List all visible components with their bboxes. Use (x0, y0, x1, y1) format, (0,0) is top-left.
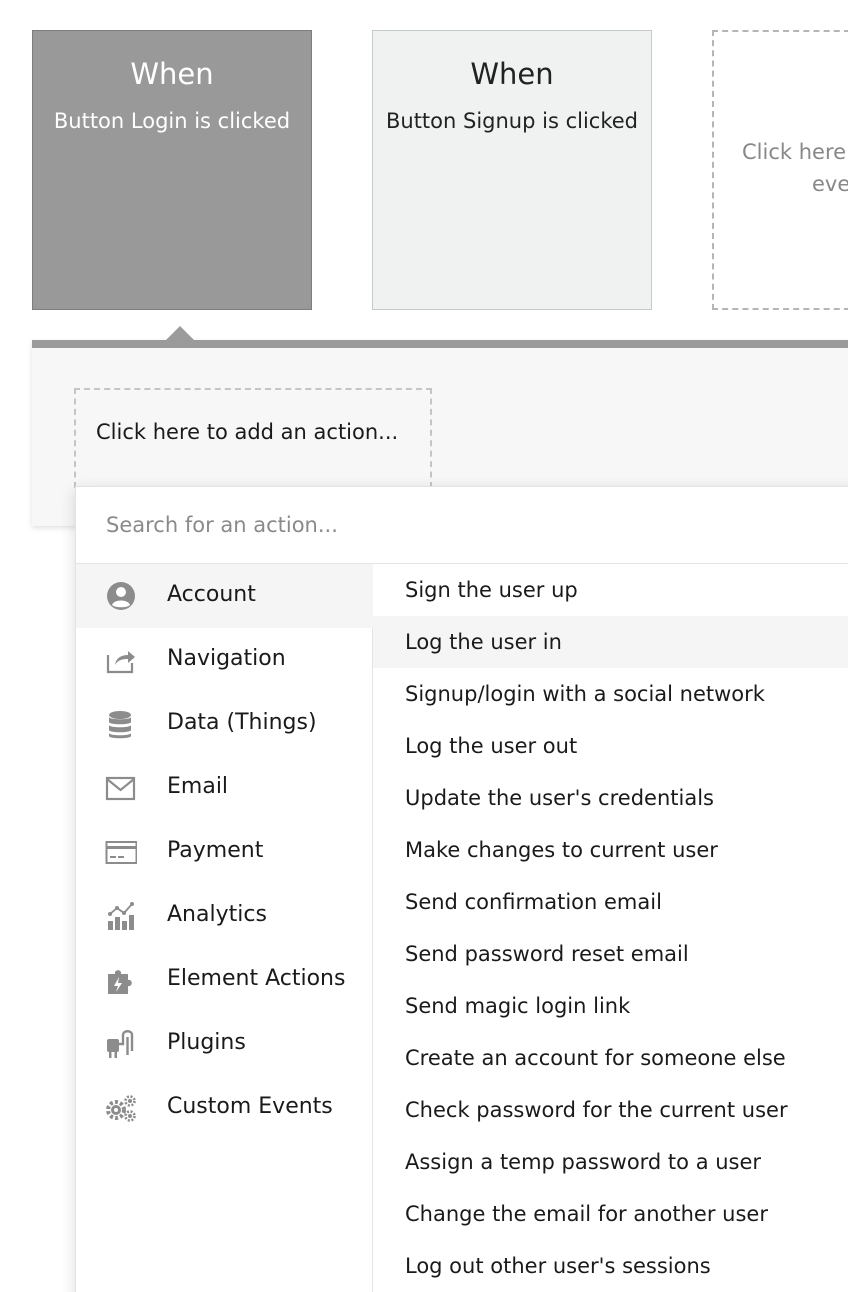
action-label: Assign a temp password to a user (405, 1150, 762, 1174)
plug-icon (107, 1030, 134, 1058)
action-send-confirmation-email[interactable]: Send confirmation email (373, 876, 848, 928)
category-label: Custom Events (167, 1094, 333, 1119)
action-send-password-reset[interactable]: Send password reset email (373, 928, 848, 980)
puzzle-icon (108, 970, 132, 994)
action-label: Log the user out (405, 734, 578, 758)
navigation-icon (106, 651, 135, 674)
category-label: Plugins (167, 1030, 246, 1055)
action-search-input[interactable] (106, 507, 806, 543)
category-label: Element Actions (167, 966, 346, 991)
action-label: Make changes to current user (405, 838, 718, 862)
event-card-login[interactable]: When Button Login is clicked (32, 30, 312, 310)
email-icon (105, 776, 136, 801)
action-send-magic-link[interactable]: Send magic login link (373, 980, 848, 1032)
action-label: Change the email for another user (405, 1202, 768, 1226)
action-search-row (76, 487, 848, 564)
action-check-password[interactable]: Check password for the current user (373, 1084, 848, 1136)
category-navigation[interactable]: Navigation (76, 628, 373, 692)
action-picker: Account Navigation Data (Things) (75, 486, 848, 1292)
category-custom-events[interactable]: Custom Events (76, 1076, 373, 1140)
category-label: Email (167, 774, 229, 799)
analytics-icon (108, 902, 134, 930)
action-log-user-in[interactable]: Log the user in (373, 616, 848, 668)
action-label: Check password for the current user (405, 1098, 788, 1122)
action-update-credentials[interactable]: Update the user's credentials (373, 772, 848, 824)
category-data[interactable]: Data (Things) (76, 692, 373, 756)
payment-icon (105, 841, 137, 864)
category-list: Account Navigation Data (Things) Email P… (76, 564, 373, 1292)
add-event-card[interactable]: Click here eve (712, 30, 848, 310)
category-element-actions[interactable]: Element Actions (76, 948, 373, 1012)
category-analytics[interactable]: Analytics (76, 884, 373, 948)
category-plugins[interactable]: Plugins (76, 1012, 373, 1076)
category-label: Data (Things) (167, 710, 317, 735)
account-icon (107, 582, 135, 610)
action-label: Signup/login with a social network (405, 682, 765, 706)
action-label: Create an account for someone else (405, 1046, 786, 1070)
action-label: Log the user in (405, 630, 562, 654)
event-when-label: When (470, 57, 554, 91)
category-label: Navigation (167, 646, 286, 671)
category-email[interactable]: Email (76, 756, 373, 820)
category-payment[interactable]: Payment (76, 820, 373, 884)
action-social-login[interactable]: Signup/login with a social network (373, 668, 848, 720)
action-create-account-for-other[interactable]: Create an account for someone else (373, 1032, 848, 1084)
action-label: Send password reset email (405, 942, 689, 966)
action-label: Send confirmation email (405, 890, 662, 914)
action-label: Update the user's credentials (405, 786, 714, 810)
event-card-signup[interactable]: When Button Signup is clicked (372, 30, 652, 310)
action-log-user-out[interactable]: Log the user out (373, 720, 848, 772)
add-event-line2: eve (812, 172, 848, 196)
action-change-email-other-user[interactable]: Change the email for another user (373, 1188, 848, 1240)
action-label: Send magic login link (405, 994, 631, 1018)
gears-icon (106, 1095, 136, 1122)
category-label: Account (167, 582, 256, 607)
category-account[interactable]: Account (76, 564, 373, 628)
add-action-button[interactable]: Click here to add an action... (74, 388, 432, 488)
event-description: Button Login is clicked (53, 109, 291, 133)
event-when-label: When (130, 57, 214, 91)
event-description: Button Signup is clicked (385, 109, 638, 133)
category-label: Analytics (167, 902, 267, 927)
action-list: Sign the user up Log the user in Signup/… (373, 564, 848, 1292)
database-icon (109, 711, 131, 739)
category-label: Payment (167, 838, 264, 863)
action-label: Sign the user up (405, 578, 578, 602)
panel-pointer (166, 326, 194, 340)
action-log-out-other-sessions[interactable]: Log out other user's sessions (373, 1240, 848, 1292)
add-event-text: Click here eve (742, 136, 848, 200)
action-sign-user-up[interactable]: Sign the user up (373, 564, 848, 616)
action-assign-temp-password[interactable]: Assign a temp password to a user (373, 1136, 848, 1188)
workflow-editor: When Button Login is clicked When Button… (0, 0, 848, 1292)
action-make-changes-current-user[interactable]: Make changes to current user (373, 824, 848, 876)
action-label: Log out other user's sessions (405, 1254, 711, 1278)
add-event-line1: Click here (742, 140, 847, 164)
